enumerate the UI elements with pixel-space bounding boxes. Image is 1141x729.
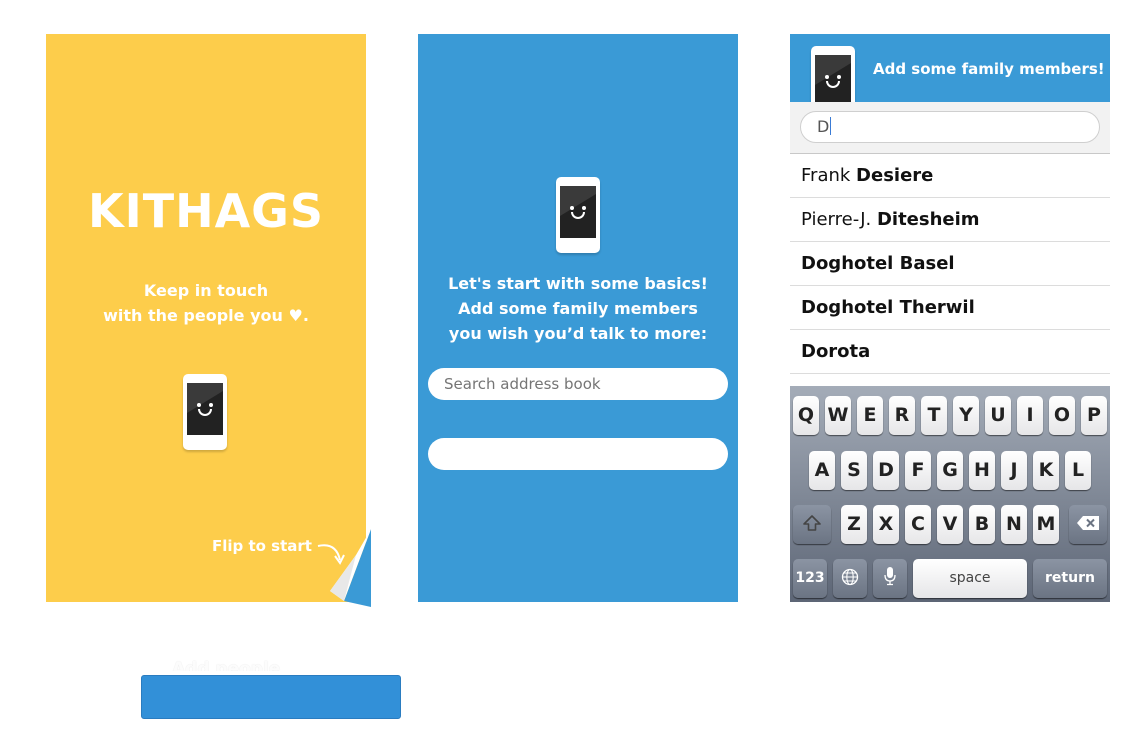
header-title: Add some family members! — [873, 60, 1105, 78]
search-bar: D — [790, 102, 1110, 154]
contact-last-name: Desiere — [856, 165, 934, 186]
phone-mascot-icon — [811, 46, 855, 102]
numbers-key[interactable]: 123 — [793, 559, 827, 598]
add-people-button[interactable] — [141, 675, 401, 719]
microphone-key[interactable] — [873, 559, 907, 598]
contact-name: Dorota — [801, 341, 871, 362]
basics-screen: Let's start with some basics! Add some f… — [418, 34, 738, 602]
key-i[interactable]: I — [1017, 396, 1043, 435]
key-m[interactable]: M — [1033, 505, 1059, 544]
app-title: KITHAGS — [87, 184, 325, 238]
key-e[interactable]: E — [857, 396, 883, 435]
shift-icon — [803, 515, 821, 531]
space-key[interactable]: space — [913, 559, 1027, 598]
key-s[interactable]: S — [841, 451, 867, 490]
contact-row[interactable]: Doghotel Basel — [790, 242, 1110, 286]
contact-row[interactable]: Pierre-J. Ditesheim — [790, 198, 1110, 242]
intro-text: Let's start with some basics! Add some f… — [418, 271, 738, 346]
key-h[interactable]: H — [969, 451, 995, 490]
tagline: Keep in touch with the people you ♥. — [46, 278, 366, 328]
key-a[interactable]: A — [809, 451, 835, 490]
key-f[interactable]: F — [905, 451, 931, 490]
key-z[interactable]: Z — [841, 505, 867, 544]
text-caret — [830, 117, 832, 135]
key-o[interactable]: O — [1049, 396, 1075, 435]
return-key[interactable]: return — [1033, 559, 1107, 598]
shift-key[interactable] — [793, 505, 831, 544]
key-k[interactable]: K — [1033, 451, 1059, 490]
contact-row[interactable]: Doghotel Therwil — [790, 286, 1110, 330]
globe-key[interactable] — [833, 559, 867, 598]
keyboard: Q W E R T Y U I O P A S D F G H J K L Z … — [790, 386, 1110, 602]
key-r[interactable]: R — [889, 396, 915, 435]
key-t[interactable]: T — [921, 396, 947, 435]
address-book-search-input[interactable] — [428, 368, 728, 400]
key-g[interactable]: G — [937, 451, 963, 490]
contact-first-name: Frank — [801, 165, 851, 186]
globe-icon — [841, 568, 859, 586]
tagline-line-2: with the people you ♥. — [103, 306, 309, 325]
contact-search-input[interactable]: D — [800, 111, 1100, 143]
phone-mascot-icon — [556, 177, 600, 253]
contact-name: Doghotel Basel — [801, 253, 955, 274]
key-c[interactable]: C — [905, 505, 931, 544]
contact-last-name: Ditesheim — [876, 209, 980, 230]
contact-first-name: Pierre-J. — [801, 209, 872, 230]
key-j[interactable]: J — [1001, 451, 1027, 490]
key-u[interactable]: U — [985, 396, 1011, 435]
key-q[interactable]: Q — [793, 396, 819, 435]
contact-list: Frank Desiere Pierre-J. Ditesheim Doghot… — [790, 154, 1110, 374]
page-curl-corner[interactable] — [326, 529, 371, 607]
contact-row[interactable]: Frank Desiere — [790, 154, 1110, 198]
key-p[interactable]: P — [1081, 396, 1107, 435]
microphone-icon — [884, 567, 896, 586]
intro-line-1: Let's start with some basics! — [448, 274, 708, 293]
phone-mascot-icon — [183, 374, 227, 450]
key-b[interactable]: B — [969, 505, 995, 544]
flip-to-start-label[interactable]: Flip to start — [212, 537, 312, 555]
welcome-screen: KITHAGS Keep in touch with the people yo… — [46, 34, 371, 607]
tagline-line-1: Keep in touch — [143, 281, 269, 300]
key-d[interactable]: D — [873, 451, 899, 490]
key-y[interactable]: Y — [953, 396, 979, 435]
key-n[interactable]: N — [1001, 505, 1027, 544]
key-l[interactable]: L — [1065, 451, 1091, 490]
delete-key[interactable] — [1069, 505, 1107, 544]
key-w[interactable]: W — [825, 396, 851, 435]
search-input-value: D — [817, 117, 830, 136]
contact-row[interactable]: Dorota — [790, 330, 1110, 374]
contact-name: Doghotel Therwil — [801, 297, 975, 318]
second-input-field[interactable] — [428, 438, 728, 470]
key-x[interactable]: X — [873, 505, 899, 544]
header: Add some family members! — [790, 34, 1110, 102]
contact-search-screen: Add some family members! D Frank Desiere… — [790, 34, 1110, 602]
intro-line-3: you wish you’d talk to more: — [448, 324, 708, 343]
intro-line-2: Add some family members — [458, 299, 698, 318]
key-v[interactable]: V — [937, 505, 963, 544]
delete-icon — [1077, 516, 1099, 530]
